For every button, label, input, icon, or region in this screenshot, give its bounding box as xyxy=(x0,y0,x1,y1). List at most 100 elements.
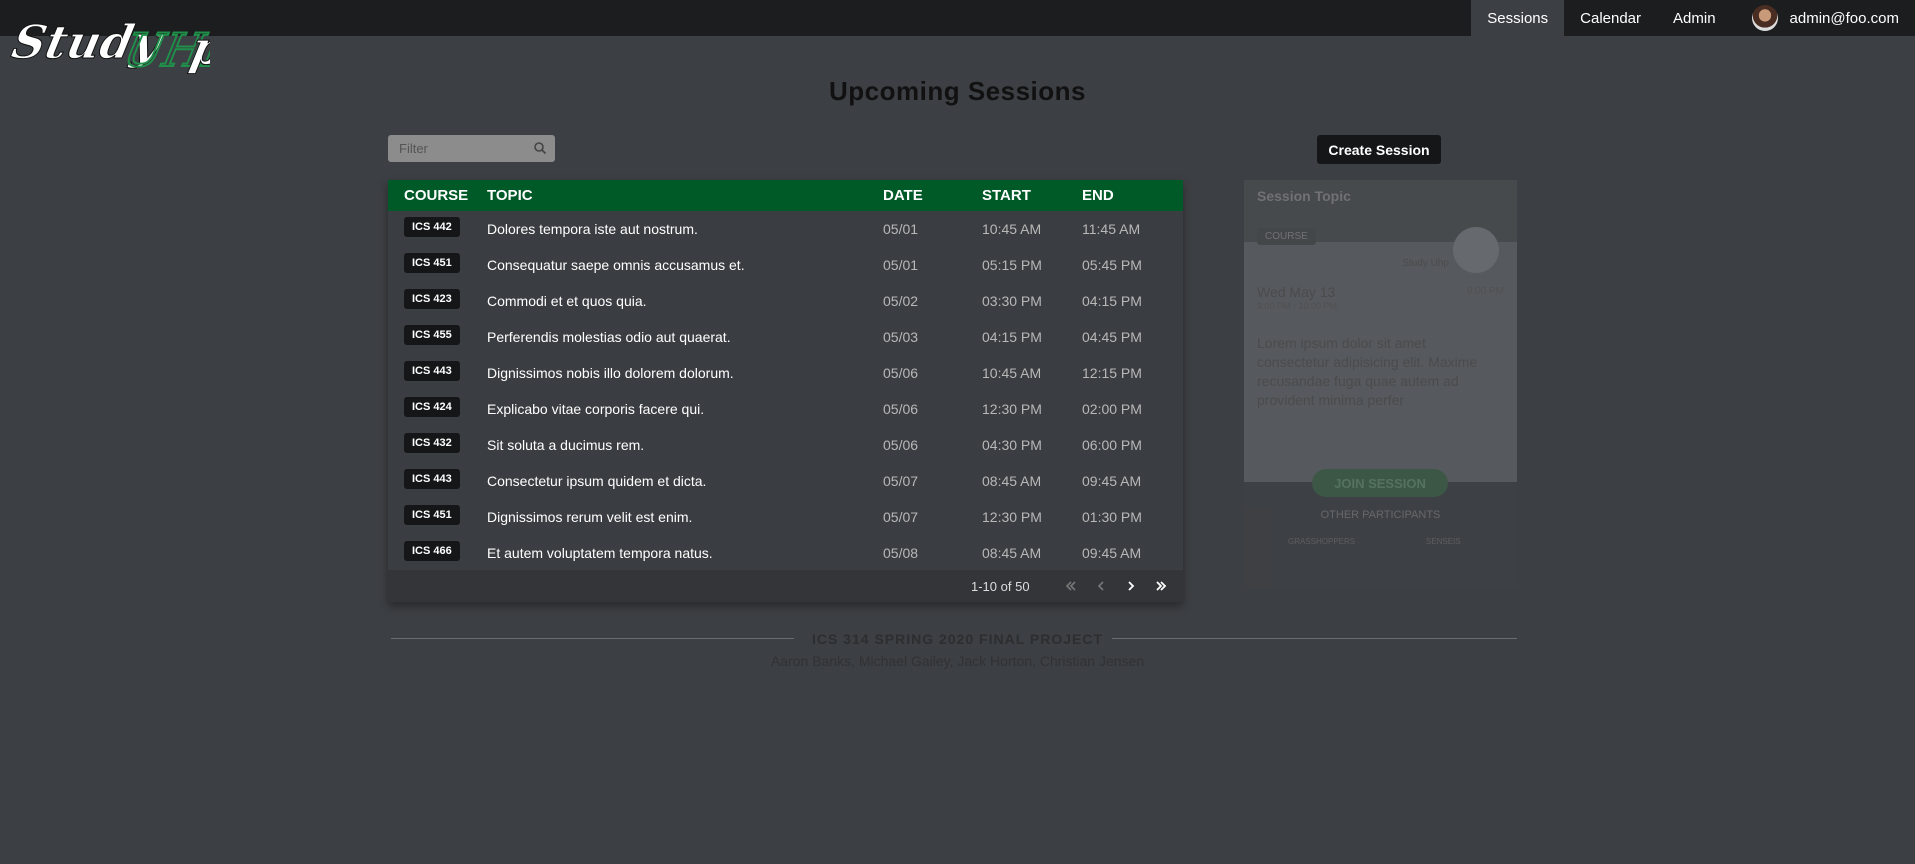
course-badge: ICS 451 xyxy=(404,253,460,273)
topic-cell: Explicabo vitae corporis facere qui. xyxy=(487,401,705,417)
course-badge: ICS 424 xyxy=(404,397,460,417)
table-row[interactable]: ICS 442 Dolores tempora iste aut nostrum… xyxy=(388,211,1183,247)
date-cell: 05/07 xyxy=(883,509,919,525)
end-cell: 06:00 PM xyxy=(1082,437,1142,453)
date-cell: 05/03 xyxy=(883,329,919,345)
user-menu[interactable]: admin@foo.com xyxy=(1732,0,1915,36)
topic-cell: Consequatur saepe omnis accusamus et. xyxy=(487,257,745,273)
table-pagination: 1-10 of 50 xyxy=(388,570,1183,602)
end-cell: 05:45 PM xyxy=(1082,257,1142,273)
table-row[interactable]: ICS 443 Consectetur ipsum quidem et dict… xyxy=(388,463,1183,499)
course-badge: ICS 455 xyxy=(404,325,460,345)
header-end[interactable]: END xyxy=(1082,187,1114,204)
start-cell: 03:30 PM xyxy=(982,293,1042,309)
date-cell: 05/06 xyxy=(883,437,919,453)
end-cell: 02:00 PM xyxy=(1082,401,1142,417)
start-cell: 08:45 AM xyxy=(982,473,1042,489)
course-badge: ICS 443 xyxy=(404,469,460,489)
mini-logo xyxy=(1453,227,1499,273)
study-uhhp-logo[interactable]: Study UHH p xyxy=(10,0,210,82)
topic-cell: Perferendis molestias odio aut quaerat. xyxy=(487,329,731,345)
table-header: COURSE TOPIC DATE START END xyxy=(388,180,1183,211)
header-topic[interactable]: TOPIC xyxy=(487,187,533,204)
course-badge: ICS 466 xyxy=(404,541,460,561)
course-badge: ICS 442 xyxy=(404,217,460,237)
topic-cell: Consectetur ipsum quidem et dicta. xyxy=(487,473,707,489)
nav-calendar[interactable]: Calendar xyxy=(1564,0,1657,36)
top-navbar: Sessions Calendar Admin admin@foo.com xyxy=(0,0,1915,36)
start-cell: 08:45 AM xyxy=(982,545,1042,561)
table-row[interactable]: ICS 451 Consequatur saepe omnis accusamu… xyxy=(388,247,1183,283)
user-email: admin@foo.com xyxy=(1789,9,1899,27)
participant-group: SENSEIS xyxy=(1426,537,1461,546)
join-session-button[interactable]: JOIN SESSION xyxy=(1312,469,1448,497)
start-cell: 05:15 PM xyxy=(982,257,1042,273)
nav-menu: Sessions Calendar Admin admin@foo.com xyxy=(1471,0,1915,36)
last-page-icon[interactable] xyxy=(1153,578,1169,594)
end-cell: 01:30 PM xyxy=(1082,509,1142,525)
prev-page-icon[interactable] xyxy=(1093,578,1109,594)
university-label: Study Uhp xyxy=(1402,258,1449,269)
avatar[interactable] xyxy=(1751,5,1778,31)
topic-cell: Dolores tempora iste aut nostrum. xyxy=(487,221,698,237)
table-row[interactable]: ICS 466 Et autem voluptatem tempora natu… xyxy=(388,535,1183,571)
header-course[interactable]: COURSE xyxy=(404,187,468,204)
date-cell: 05/07 xyxy=(883,473,919,489)
end-cell: 12:15 PM xyxy=(1082,365,1142,381)
topic-cell: Dignissimos nobis illo dolorem dolorum. xyxy=(487,365,734,381)
course-badge: COURSE xyxy=(1257,228,1316,245)
sessions-table: COURSE TOPIC DATE START END ICS 442 Dolo… xyxy=(388,180,1183,602)
topic-cell: Dignissimos rerum velit est enim. xyxy=(487,509,693,525)
date-cell: 05/01 xyxy=(883,257,919,273)
end-cell: 09:45 AM xyxy=(1082,473,1142,489)
course-badge: ICS 423 xyxy=(404,289,460,309)
date-cell: 05/02 xyxy=(883,293,919,309)
topic-cell: Commodi et et quos quia. xyxy=(487,293,647,309)
start-cell: 12:30 PM xyxy=(982,401,1042,417)
date-cell: 05/08 xyxy=(883,545,919,561)
start-cell: 04:30 PM xyxy=(982,437,1042,453)
start-cell: 10:45 AM xyxy=(982,365,1042,381)
start-cell: 04:15 PM xyxy=(982,329,1042,345)
course-badge: ICS 451 xyxy=(404,505,460,525)
next-page-icon[interactable] xyxy=(1123,578,1139,594)
filter-input[interactable] xyxy=(388,135,555,162)
course-badge: ICS 443 xyxy=(404,361,460,381)
table-row[interactable]: ICS 455 Perferendis molestias odio aut q… xyxy=(388,319,1183,355)
course-badge: ICS 432 xyxy=(404,433,460,453)
date-cell: 05/06 xyxy=(883,401,919,417)
session-preview-card: Session Topic COURSE Study Uhp Wed May 1… xyxy=(1244,180,1517,588)
table-row[interactable]: ICS 432 Sit soluta a ducimus rem. 05/06 … xyxy=(388,427,1183,463)
session-time: 9:00 PM - 10:00 PM xyxy=(1257,301,1338,311)
footer-authors: Aaron Banks, Michael Gailey, Jack Horton… xyxy=(770,653,1145,669)
table-row[interactable]: ICS 443 Dignissimos nobis illo dolorem d… xyxy=(388,355,1183,391)
table-body: ICS 442 Dolores tempora iste aut nostrum… xyxy=(388,211,1183,571)
session-time-right: 9:00 PM xyxy=(1466,286,1504,297)
participant-group: GRASSHOPPERS xyxy=(1288,537,1356,546)
table-row[interactable]: ICS 423 Commodi et et quos quia. 05/02 0… xyxy=(388,283,1183,319)
topic-cell: Et autem voluptatem tempora natus. xyxy=(487,545,713,561)
start-cell: 10:45 AM xyxy=(982,221,1042,237)
table-row[interactable]: ICS 451 Dignissimos rerum velit est enim… xyxy=(388,499,1183,535)
end-cell: 11:45 AM xyxy=(1082,221,1141,237)
first-page-icon[interactable] xyxy=(1063,578,1079,594)
pagination-range: 1-10 of 50 xyxy=(971,579,1030,594)
footer-title: ICS 314 SPRING 2020 FINAL PROJECT xyxy=(811,631,1104,647)
other-participants-label: OTHER PARTICIPANTS xyxy=(1320,509,1441,521)
table-row[interactable]: ICS 424 Explicabo vitae corporis facere … xyxy=(388,391,1183,427)
topic-cell: Sit soluta a ducimus rem. xyxy=(487,437,645,453)
nav-admin[interactable]: Admin xyxy=(1657,0,1732,36)
session-date: Wed May 13 xyxy=(1257,284,1336,300)
search-icon[interactable] xyxy=(533,141,547,155)
filter-field[interactable] xyxy=(388,135,555,162)
end-cell: 04:15 PM xyxy=(1082,293,1142,309)
end-cell: 04:45 PM xyxy=(1082,329,1142,345)
create-session-button[interactable]: Create Session xyxy=(1317,135,1441,164)
page-title: Upcoming Sessions xyxy=(829,76,1086,106)
nav-sessions[interactable]: Sessions xyxy=(1471,0,1565,36)
header-date[interactable]: DATE xyxy=(883,187,923,204)
date-cell: 05/01 xyxy=(883,221,919,237)
header-start[interactable]: START xyxy=(982,187,1031,204)
session-description: Lorem ipsum dolor sit amet consectetur a… xyxy=(1257,335,1478,408)
start-cell: 12:30 PM xyxy=(982,509,1042,525)
